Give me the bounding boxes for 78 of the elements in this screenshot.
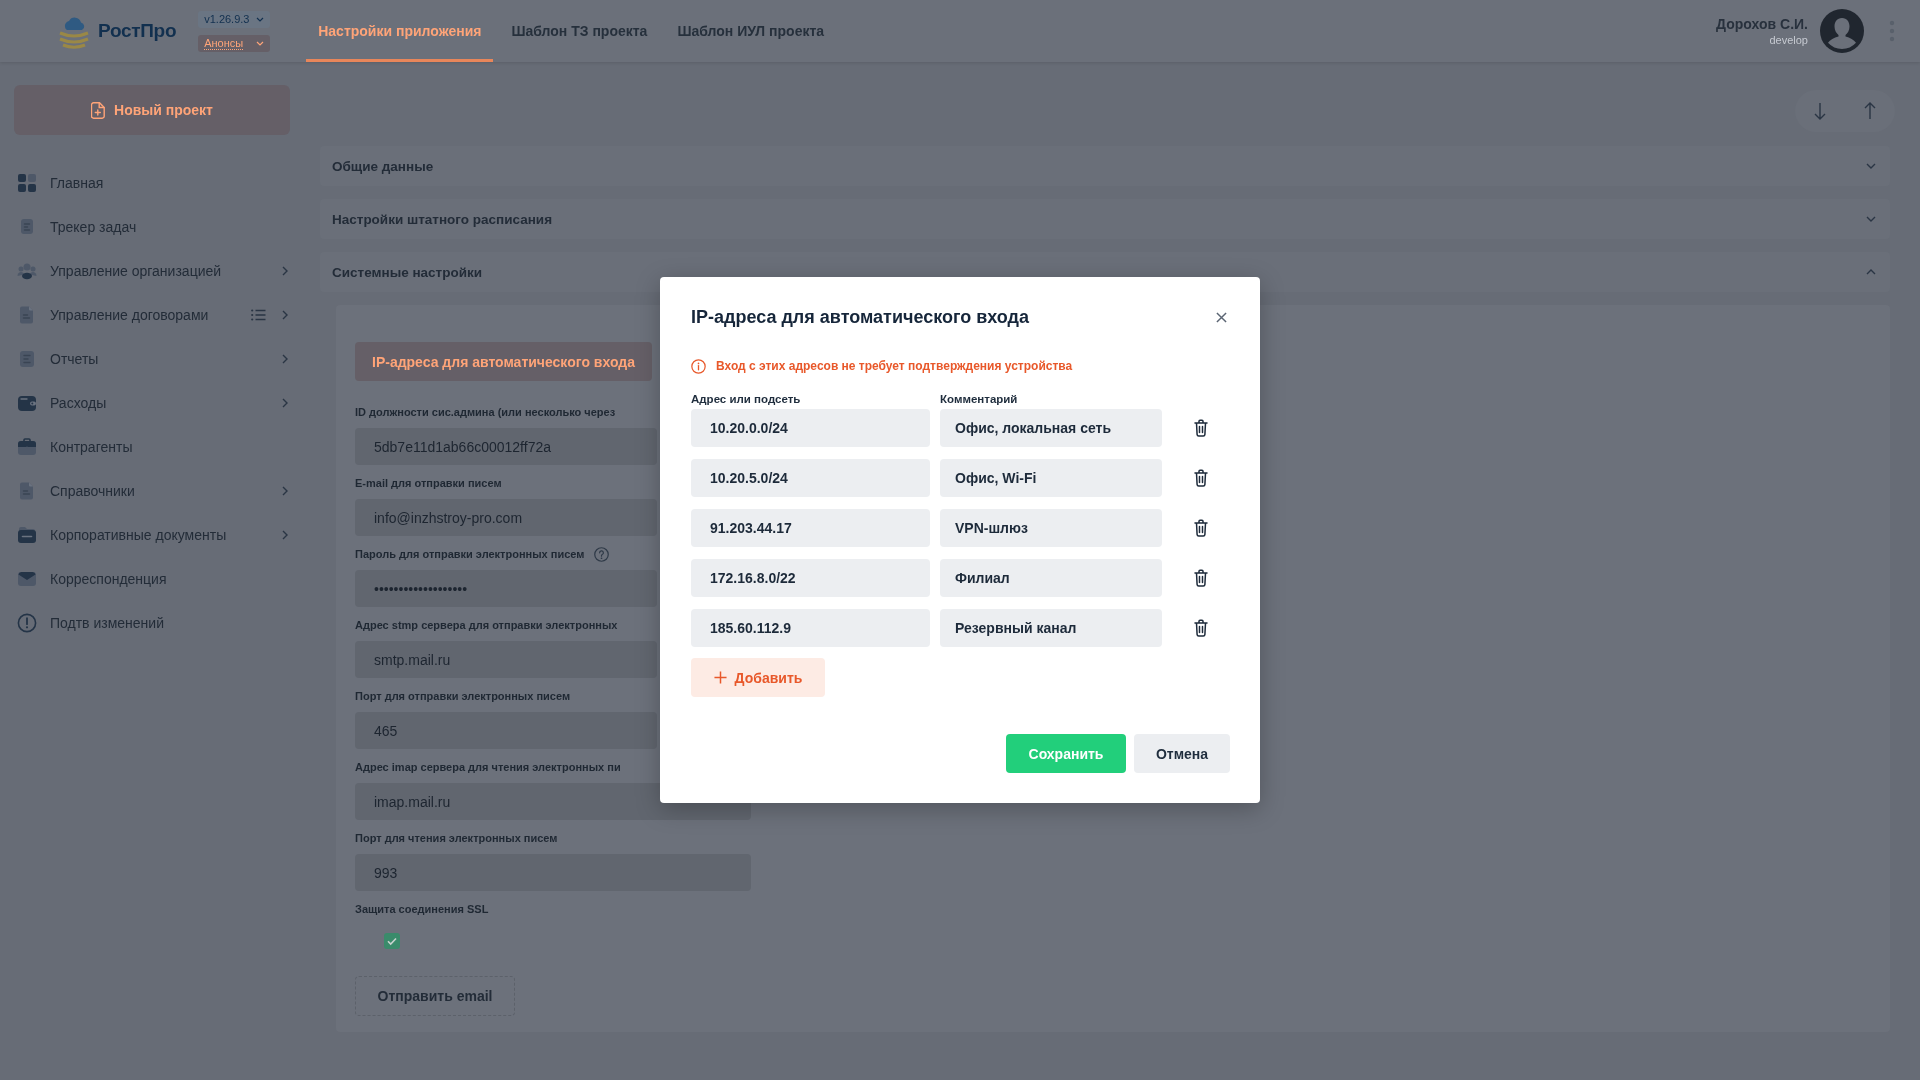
field-label: Адрес stmp сервера для отправки электронных xyxy=(355,618,618,633)
sidebar-item[interactable]: Расходы xyxy=(0,381,308,425)
wallet-icon xyxy=(17,393,37,413)
close-icon[interactable] xyxy=(1216,311,1227,323)
comment-field[interactable]: Филиал xyxy=(940,559,1162,597)
trash-icon[interactable] xyxy=(1194,469,1208,487)
field-label: Порт для отправки электронных писем xyxy=(355,689,571,704)
sidebar-item[interactable]: Отчеты xyxy=(0,337,308,381)
tab[interactable]: Шаблон ИУЛ проекта xyxy=(665,0,837,62)
sidebar-item[interactable]: Справочники xyxy=(0,469,308,513)
help-icon[interactable] xyxy=(594,546,610,562)
field-label: Защита соединения SSL xyxy=(355,902,489,917)
trash-icon[interactable] xyxy=(1194,519,1208,537)
save-button[interactable]: Сохранить xyxy=(1006,734,1126,773)
file-plus-icon xyxy=(91,101,106,119)
column-header: Комментарий xyxy=(940,392,1019,407)
column-header: Адрес или подсеть xyxy=(691,392,802,407)
users-icon xyxy=(17,261,37,281)
sidebar-item[interactable]: Управление организацией xyxy=(0,249,308,293)
field-label: E-mail для отправки писем xyxy=(355,476,502,491)
send-email-button[interactable]: Отправить email xyxy=(355,976,515,1016)
notice-text: Вход с этих адресов не требует подтверждения устройства xyxy=(716,359,1073,373)
comment-field[interactable]: Офис, Wi-Fi xyxy=(940,459,1162,497)
ip-addresses-button[interactable]: IP-адреса для автоматического входа xyxy=(355,342,652,381)
caret-icon xyxy=(256,40,265,46)
address-field[interactable]: 10.20.0.0/24 xyxy=(691,409,930,447)
sidebar-item[interactable]: Подтв изменений xyxy=(0,601,308,645)
comment-field[interactable]: VPN-шлюз xyxy=(940,509,1162,547)
sidebar-item[interactable]: Корпоративные документы xyxy=(0,513,308,557)
briefcase-icon xyxy=(17,437,37,457)
field-label: Пароль для отправки электронных писем xyxy=(355,547,585,562)
text-field[interactable]: 5db7e11d1ab66c00012ff72a xyxy=(355,428,657,465)
text-field[interactable]: 993 xyxy=(355,854,751,891)
alert-icon xyxy=(17,613,37,633)
cancel-button[interactable]: Отмена xyxy=(1134,734,1230,773)
grid-icon xyxy=(17,173,37,193)
user-name: Дорохов С.И. xyxy=(1716,15,1808,33)
checkbox[interactable] xyxy=(384,933,400,949)
trash-icon[interactable] xyxy=(1194,569,1208,587)
comment-field[interactable]: Резервный канал xyxy=(940,609,1162,647)
comment-field[interactable]: Офис, локальная сеть xyxy=(940,409,1162,447)
new-project-button[interactable]: Новый проект xyxy=(14,85,290,135)
sidebar-item[interactable]: Управление договорами xyxy=(0,293,308,337)
arrow-down-icon[interactable] xyxy=(1814,102,1826,120)
address-field[interactable]: 91.203.44.17 xyxy=(691,509,930,547)
logo-text: РостПро xyxy=(98,20,177,42)
sidebar-item[interactable]: Главная xyxy=(0,161,308,205)
trash-icon[interactable] xyxy=(1194,619,1208,637)
announcements-dropdown[interactable]: Анонсы xyxy=(198,34,271,52)
tab[interactable]: Шаблон ТЗ проекта xyxy=(499,0,660,62)
list-icon[interactable] xyxy=(251,309,266,321)
field-label: Порт для чтения электронных писем xyxy=(355,831,558,846)
sidebar-item[interactable]: Трекер задач xyxy=(0,205,308,249)
trash-icon[interactable] xyxy=(1194,419,1208,437)
text-field[interactable]: 465 xyxy=(355,712,657,749)
document-icon xyxy=(17,349,37,369)
address-field[interactable]: 185.60.112.9 xyxy=(691,609,930,647)
add-button[interactable]: Добавить xyxy=(691,658,825,697)
folder-icon xyxy=(17,525,37,545)
user-role: develop xyxy=(1769,32,1808,47)
dialog-title: IP-адреса для автоматического входа xyxy=(691,306,1030,328)
caret-icon xyxy=(256,16,265,22)
text-field[interactable]: info@inzhstroy-pro.com xyxy=(355,499,657,536)
field-label: ID должности сис.админа (или несколько через xyxy=(355,405,616,420)
sidebar-item[interactable]: Корреспонденция xyxy=(0,557,308,601)
sidebar-item[interactable]: Контрагенты xyxy=(0,425,308,469)
tab[interactable]: Настройки приложения xyxy=(306,0,494,62)
info-icon xyxy=(691,358,706,374)
version-dropdown[interactable]: v1.26.9.3 xyxy=(198,10,271,28)
address-field[interactable]: 172.16.8.0/22 xyxy=(691,559,930,597)
envelope-icon xyxy=(17,569,37,589)
field-label: Адрес imap сервера для чтения электронных пи xyxy=(355,760,621,775)
plus-icon xyxy=(713,671,727,684)
text-field[interactable]: smtp.mail.ru xyxy=(355,641,657,678)
address-field[interactable]: 10.20.5.0/24 xyxy=(691,459,930,497)
text-field[interactable]: ••••••••••••••••••• xyxy=(355,570,657,607)
arrow-up-icon[interactable] xyxy=(1864,102,1876,120)
avatar-icon[interactable] xyxy=(1820,9,1864,53)
